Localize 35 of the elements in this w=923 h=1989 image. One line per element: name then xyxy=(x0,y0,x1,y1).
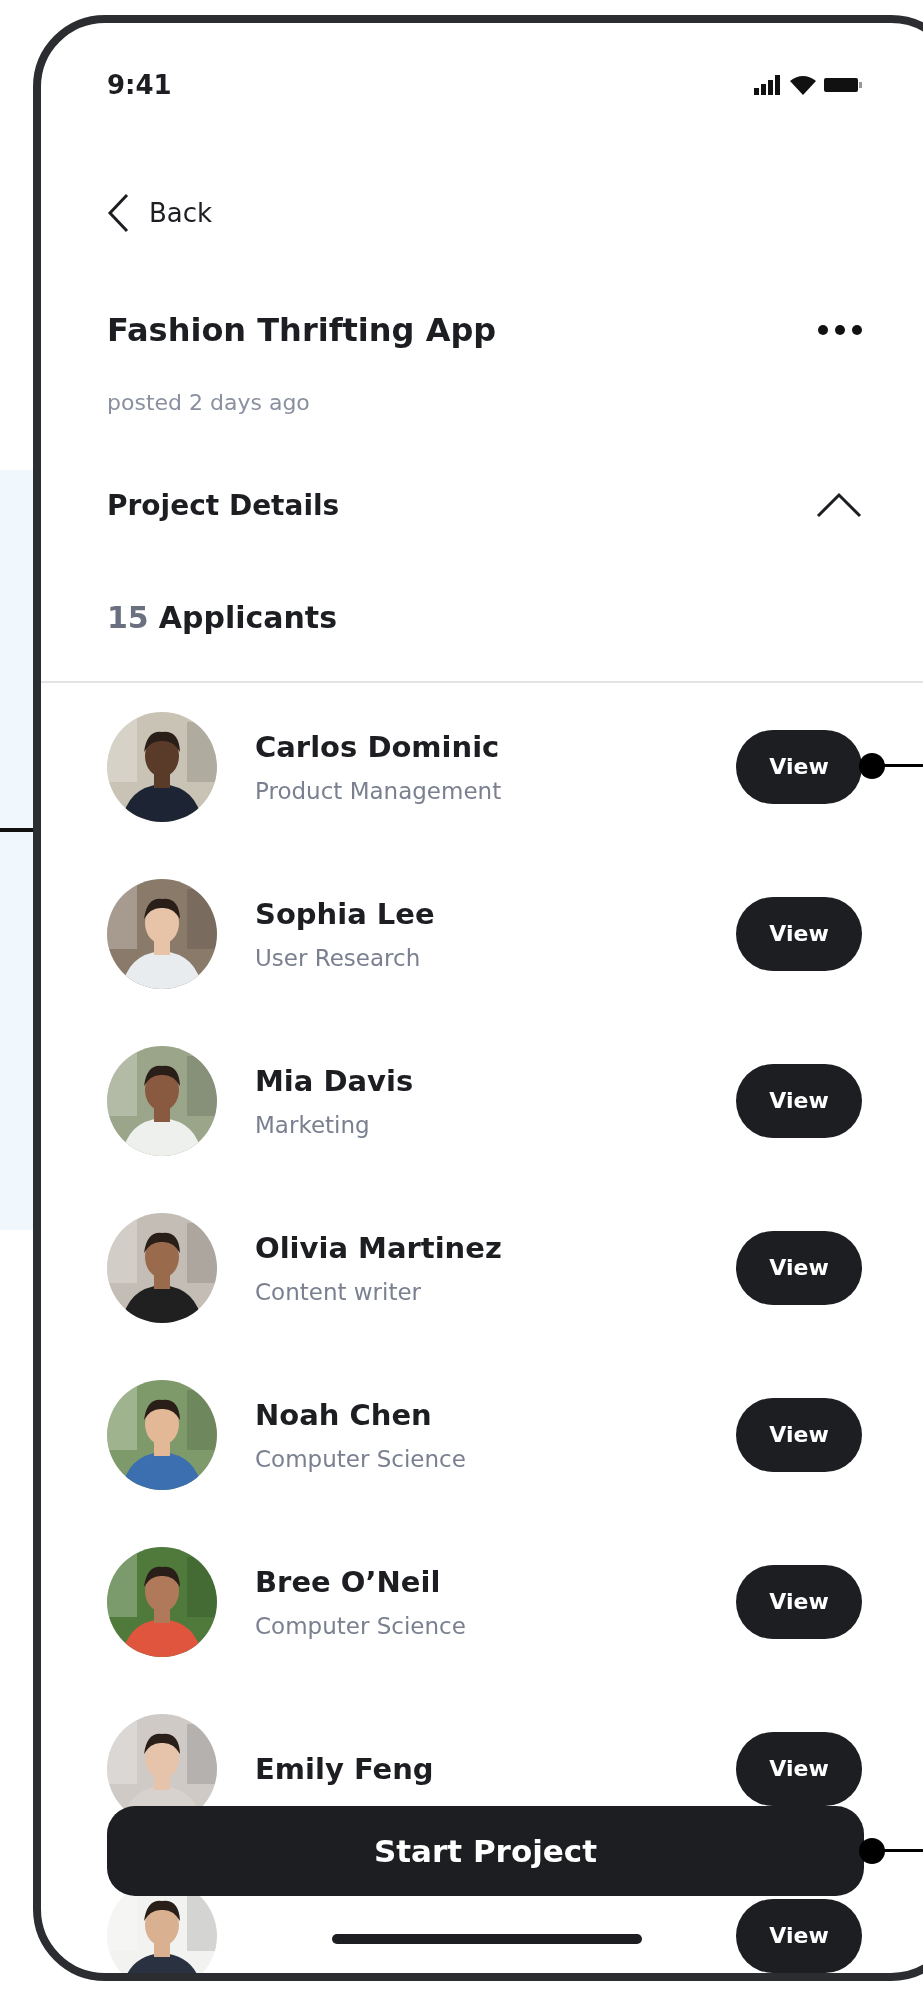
signal-icon xyxy=(754,75,782,95)
start-project-button[interactable]: Start Project xyxy=(107,1806,864,1896)
applicant-name: Sophia Lee xyxy=(255,896,436,931)
battery-icon xyxy=(824,76,862,94)
applicant-name: Olivia Martinez xyxy=(255,1230,503,1265)
applicant-role: Computer Science xyxy=(255,1445,467,1472)
view-button[interactable]: View xyxy=(736,1731,862,1806)
view-button[interactable]: View xyxy=(736,729,862,804)
wifi-icon xyxy=(790,75,816,95)
more-icon[interactable] xyxy=(818,325,862,335)
applicant-role: Marketing xyxy=(255,1111,371,1138)
project-title: Fashion Thrifting App xyxy=(107,311,497,349)
back-button[interactable]: Back xyxy=(107,183,213,243)
applicant-role: User Research xyxy=(255,944,422,971)
applicant-name: Mia Davis xyxy=(255,1063,415,1098)
back-icon xyxy=(107,193,129,233)
view-button[interactable]: View xyxy=(736,896,862,971)
applicant-name: Bree O’Neil xyxy=(255,1564,442,1599)
view-button[interactable]: View xyxy=(736,1564,862,1639)
applicant-role: Computer Science xyxy=(255,1612,467,1639)
chevron-icon[interactable] xyxy=(816,492,862,518)
view-button[interactable]: View xyxy=(736,1397,862,1472)
applicants-heading: Applicants xyxy=(158,599,338,635)
applicant-role: Content writer xyxy=(255,1278,423,1305)
posted-date: posted 2 days ago xyxy=(107,389,310,417)
view-button[interactable]: View xyxy=(736,1063,862,1138)
view-button[interactable]: View xyxy=(736,1898,862,1973)
applicant-count: 15 xyxy=(107,599,149,635)
section-title: Project Details xyxy=(107,488,340,522)
applicant-role: Product Management xyxy=(255,777,503,804)
applicant-name: Noah Chen xyxy=(255,1397,433,1432)
view-button[interactable]: View xyxy=(736,1230,862,1305)
applicant-name: Carlos Dominic xyxy=(255,729,501,764)
applicant-name: Emily Feng xyxy=(255,1751,435,1786)
status-time: 9:41 xyxy=(107,70,172,100)
